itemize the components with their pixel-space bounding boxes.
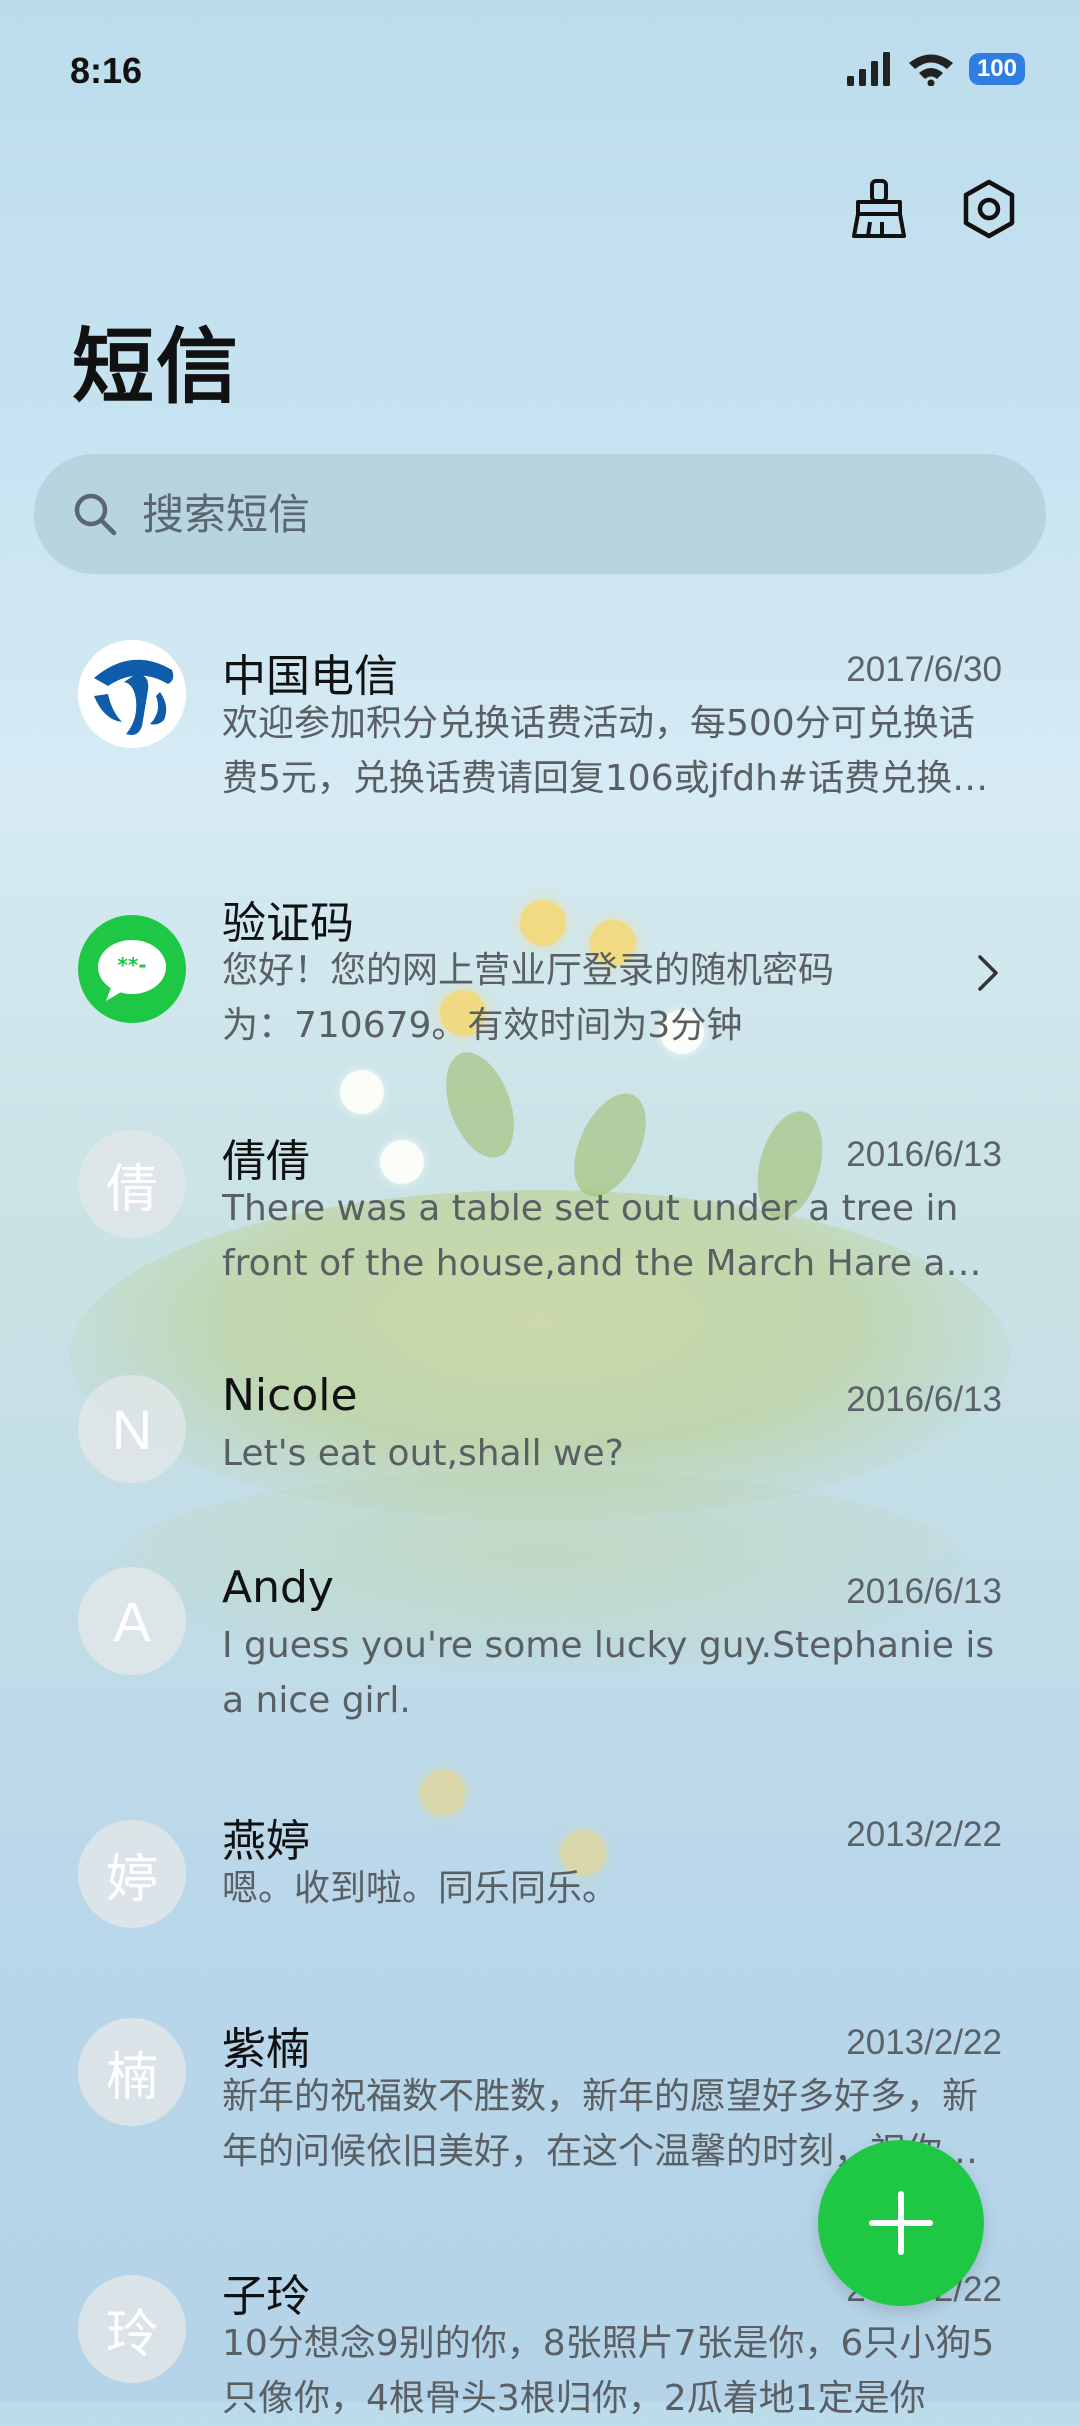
conversation-preview: 10分想念9别的你，8张照片7张是你，6只小狗5只像你，4根骨头3根归你，2瓜着… [222,2323,995,2419]
verification-code-icon: **- [98,940,166,1001]
conversation-name: 验证码 [222,898,354,949]
search-bar[interactable] [34,454,1046,574]
search-icon [74,493,117,536]
conversation-name: 燕婷 [222,1816,310,1867]
conversation-name: Nicole [222,1370,358,1421]
avatar: 倩 [78,1130,186,1238]
avatar-china-telecom [78,640,186,748]
avatar-verification-code: **- [78,915,186,1023]
plus-icon [869,2191,933,2255]
avatar: 婷 [78,1820,186,1928]
battery-level: 100 [968,53,1025,85]
conversation-date: 2016/6/13 [846,1572,1002,1611]
wifi-icon [908,54,953,86]
conversation-name: Andy [222,1562,334,1613]
conversation-date: 2016/6/13 [846,1135,1002,1174]
conversation-preview: I guess you're some lucky guy.Stephanie … [222,1625,995,1721]
conversation-preview: Let's eat out,shall we? [222,1433,624,1474]
broom-icon [852,179,906,238]
conversation-preview: There was a table set out under a tree i… [222,1188,992,1284]
china-telecom-logo-icon [78,640,186,748]
conversation-name: 中国电信 [222,651,398,702]
settings-icon [963,179,1015,239]
conversation-date: 2013/2/22 [846,2023,1002,2062]
avatar: 玲 [78,2275,186,2383]
avatar: 楠 [78,2018,186,2126]
conversation-item[interactable]: **- 验证码 您好！您的网上营业厅登录的随机密码为：710679。有效时间为3… [0,885,1080,1085]
avatar: A [78,1567,186,1675]
conversation-date: 2017/6/30 [846,650,1002,689]
search-input[interactable] [140,488,994,540]
clean-button[interactable] [848,178,910,240]
header-actions [848,178,1020,240]
conversation-name: 倩倩 [222,1136,310,1187]
new-message-button[interactable] [818,2140,984,2306]
conversation-item[interactable]: 婷 燕婷 2013/2/22 嗯。收到啦。同乐同乐。 [0,1805,1080,1955]
conversation-item[interactable]: 中国电信 2017/6/30 欢迎参加积分兑换话费活动，每500分可兑换话费5元… [0,600,1080,830]
system-icons: 100 [846,52,1025,86]
status-time: 8:16 [70,50,143,91]
conversation-item[interactable]: A Andy 2016/6/13 I guess you're some luc… [0,1562,1080,1762]
settings-button[interactable] [958,178,1020,240]
avatar: N [78,1375,186,1483]
signal-icon [846,52,890,86]
status-bar: 8:16 100 [70,50,1025,100]
svg-text:**-: **- [117,953,146,977]
conversation-name: 子玲 [222,2271,310,2322]
conversation-name: 紫楠 [222,2024,310,2075]
conversation-item[interactable]: N Nicole 2016/6/13 Let's eat out,shall w… [0,1370,1080,1520]
conversation-date: 2013/2/22 [846,1815,1002,1854]
conversation-date: 2016/6/13 [846,1380,1002,1419]
conversation-preview: 嗯。收到啦。同乐同乐。 [222,1868,619,1909]
conversation-item[interactable]: 倩 倩倩 2016/6/13 There was a table set out… [0,1125,1080,1325]
conversation-preview: 您好！您的网上营业厅登录的随机密码为：710679。有效时间为3分钟 [222,950,835,1046]
chevron-right-icon [978,955,998,991]
page-title: 短信 [72,320,241,415]
conversation-preview: 欢迎参加积分兑换话费活动，每500分可兑换话费5元，兑换话费请回复106或jfd… [222,703,989,799]
